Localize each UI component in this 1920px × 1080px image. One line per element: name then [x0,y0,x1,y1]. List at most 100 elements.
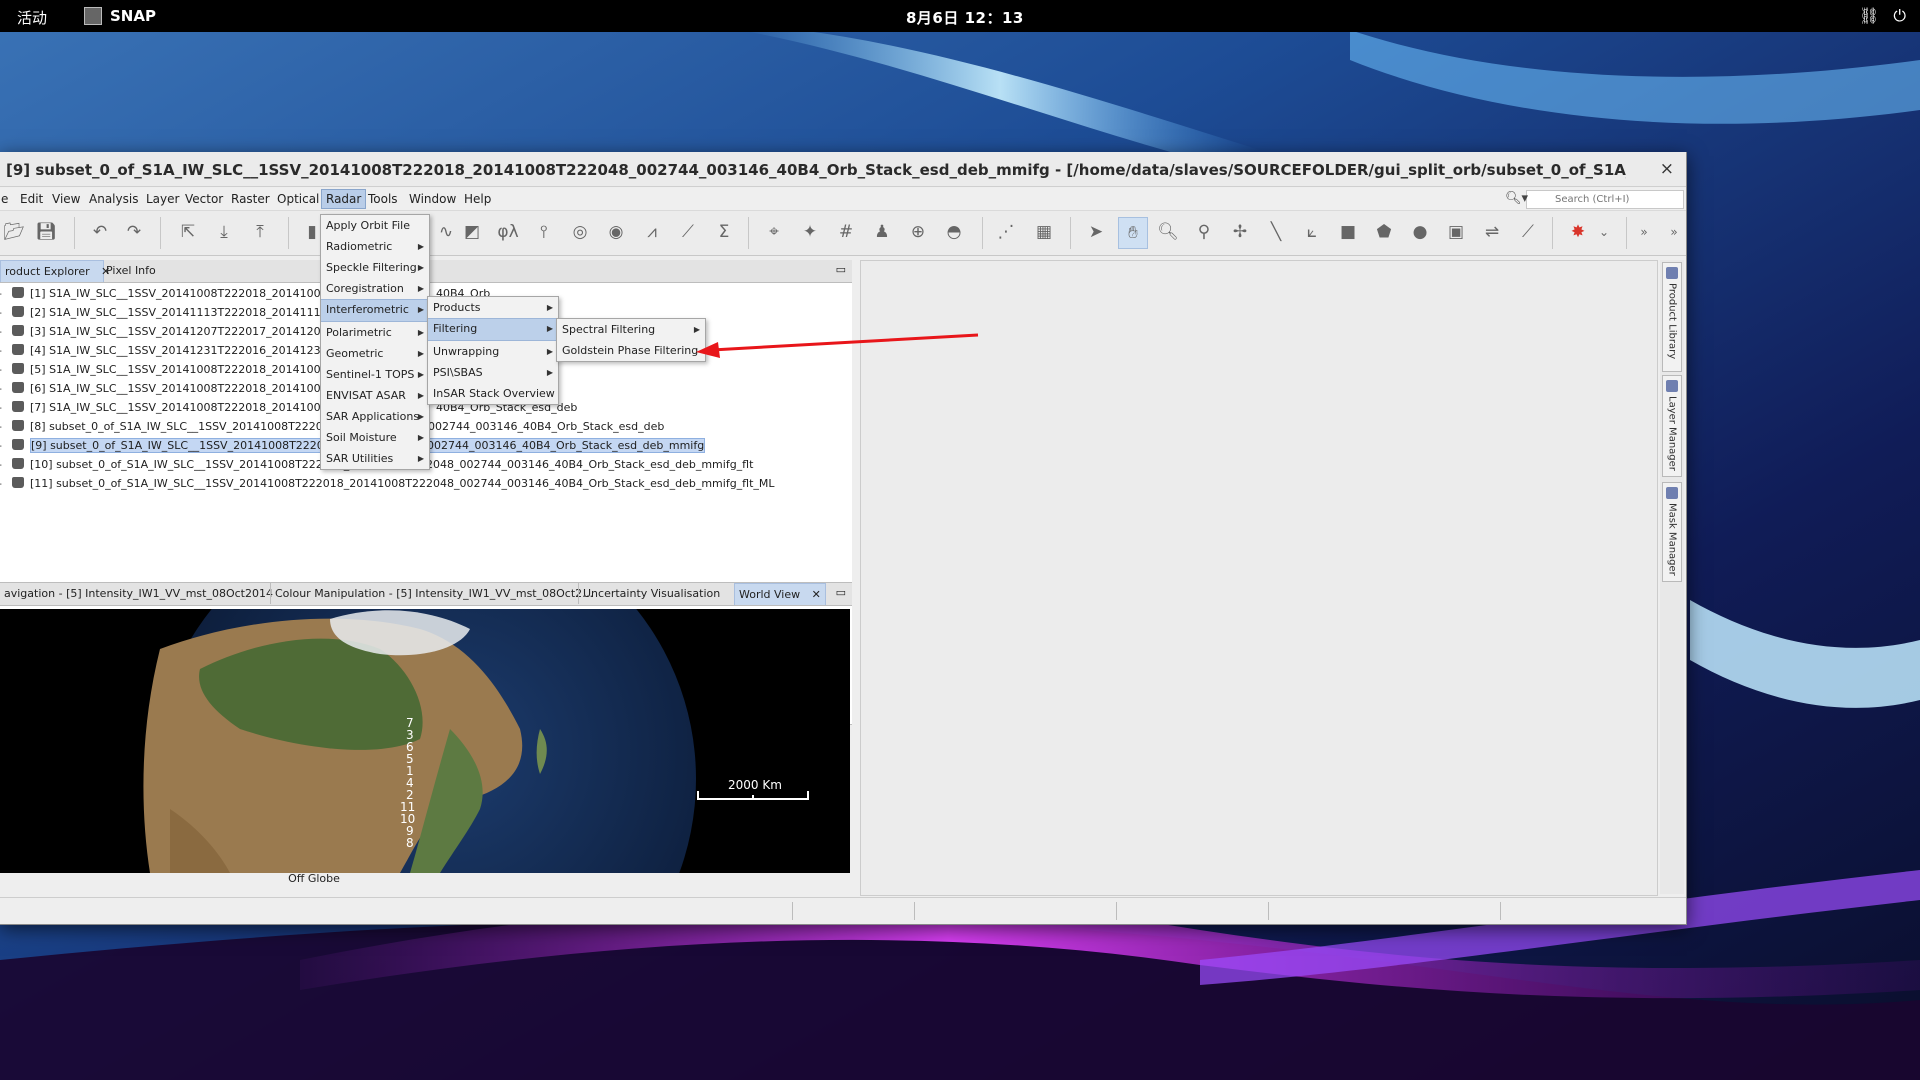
menu-coregistration[interactable]: Coregistration ▶ [321,278,429,299]
menu-sentinel-1-tops[interactable]: Sentinel-1 TOPS ▶ [321,364,429,385]
list-item[interactable]: -[3] S1A_IW_SLC__1SSV_20141207T222017_20… [0,323,348,340]
gcp-tool-icon[interactable]: ✢ [1226,217,1254,247]
pin-tool-icon[interactable]: ⚲ [1190,217,1218,247]
menu-geometric[interactable]: Geometric ▶ [321,343,429,364]
geocoding-info-icon[interactable]: φλ [494,217,522,247]
polyline-draw-icon[interactable]: ⟀ [1298,217,1326,247]
world-map-icon[interactable]: ◎ [566,217,594,247]
expand-icon[interactable]: - [0,456,2,473]
network-icon[interactable]: ⛓ [1859,6,1879,26]
expand-icon[interactable]: - [0,285,2,302]
close-icon[interactable]: ✕ [812,588,821,601]
graticule-icon[interactable]: # [832,217,860,247]
expand-icon[interactable]: - [0,342,2,359]
menu-speckle-filtering[interactable]: Speckle Filtering ▶ [321,257,429,278]
magic-wand-icon[interactable]: ▣ [1442,217,1470,247]
range-finder-icon[interactable]: ⇌ [1478,217,1506,247]
tab-colour-manipulation[interactable]: Colour Manipulation - [5] Intensity_IW1_… [270,583,597,604]
expand-icon[interactable]: - [0,304,2,321]
graph-builder-icon[interactable]: ⋰ [992,217,1020,247]
menu-spectral-filtering[interactable]: Spectral Filtering ▶ [557,319,705,340]
list-item[interactable]: -[6] S1A_IW_SLC__1SSV_20141008T222018_20… [0,380,348,397]
expand-icon[interactable]: - [0,437,2,454]
list-item[interactable]: -[8] subset_0_of_S1A_IW_SLC__1SSV_201410… [0,418,337,435]
minimize-icon[interactable]: ▭ [836,263,846,276]
polygon-draw-icon[interactable]: ⬟ [1370,217,1398,247]
list-item[interactable]: -[11] subset_0_of_S1A_IW_SLC__1SSV_20141… [0,475,775,492]
clock[interactable]: 8月6日 12：13 [906,7,1024,28]
tab-product-explorer[interactable]: roduct Explorer ✕ [0,260,110,282]
window-titlebar[interactable]: [9] subset_0_of_S1A_IW_SLC__1SSV_2014100… [0,152,1686,187]
pin-manager-icon[interactable]: ⌖ [760,217,788,247]
menu-insar-stack-overview[interactable]: InSAR Stack Overview [428,383,558,404]
select-tool-icon[interactable]: ➤ [1082,217,1110,247]
menu-interferometric[interactable]: Interferometric ▶ [321,299,429,322]
undo-icon[interactable]: ↶ [86,217,114,247]
time-series-icon[interactable]: ⩘ [638,217,666,247]
menu-unwrapping[interactable]: Unwrapping ▶ [428,341,558,362]
mask-manager-button[interactable]: Mask Manager [1662,482,1682,582]
menu-radiometric[interactable]: Radiometric ▶ [321,236,429,257]
expand-icon[interactable]: - [0,361,2,378]
profile-plot-icon[interactable]: ◩ [458,217,486,247]
menu-optical[interactable]: Optical [277,192,319,206]
menu-sar-applications[interactable]: SAR Applications ▶ [321,406,429,427]
menu-envisat-asar[interactable]: ENVISAT ASAR ▶ [321,385,429,406]
list-item[interactable]: -[4] S1A_IW_SLC__1SSV_20141231T222016_20… [0,342,348,359]
ellipse-draw-icon[interactable]: ● [1406,217,1434,247]
list-item[interactable]: -[5] S1A_IW_SLC__1SSV_20141008T222018_20… [0,361,348,378]
search-input[interactable] [1553,191,1677,208]
minimize-icon[interactable]: ▭ [836,586,846,599]
expand-icon[interactable]: - [0,418,2,435]
world-view-globe[interactable]: 7 3 6 5 1 4 2 11 10 9 8 2000 Km [0,609,850,873]
list-item[interactable]: -[1] S1A_IW_SLC__1SSV_20141008T222018_20… [0,285,348,302]
list-item[interactable]: -[2] S1A_IW_SLC__1SSV_20141113T222018_20… [0,304,348,321]
expand-icon[interactable]: - [0,399,2,416]
menu-layer[interactable]: Layer [146,192,179,206]
import-vector-icon[interactable]: ⤓ [210,217,238,247]
menu-edit[interactable]: Edit [20,192,43,206]
toolbar-overflow-icon[interactable]: » [1630,217,1658,247]
spectrum-icon[interactable]: ◉ [602,217,630,247]
open-product-icon[interactable]: 📂︎ [0,217,28,247]
close-icon[interactable]: × [1660,159,1674,179]
menu-window[interactable]: Window [409,192,456,206]
menu-apply-orbit-file[interactable]: Apply Orbit File [321,215,429,236]
product-library-button[interactable]: Product Library [1662,262,1682,372]
chevron-down-icon[interactable]: ⌄ [1590,217,1618,247]
expand-icon[interactable]: - [0,380,2,397]
app-menu-button[interactable]: SNAP [84,7,156,25]
tab-uncertainty[interactable]: Uncertainty Visualisation [578,583,724,604]
menu-products[interactable]: Products ▶ [428,297,558,318]
menu-goldstein-phase-filtering[interactable]: Goldstein Phase Filtering [557,340,705,361]
measure-icon[interactable]: ⟋ [1514,217,1542,247]
search-icon[interactable]: 🔍︎▾ [1505,191,1528,206]
tab-pixel-info[interactable]: Pixel Info [102,260,160,281]
pan-tool-icon[interactable]: ✋︎ [1118,217,1148,249]
menu-help[interactable]: Help [464,192,491,206]
rectangle-draw-icon[interactable]: ■ [1334,217,1362,247]
search-box[interactable]: 🔍︎▾ [1505,190,1684,209]
gcp-icon[interactable]: ⊕ [904,217,932,247]
histogram-icon[interactable]: ⫯ [530,217,558,247]
statistics-icon[interactable]: Σ [710,217,738,247]
list-item[interactable]: -[7] S1A_IW_SLC__1SSV_20141008T222018_20… [0,399,348,416]
batch-processing-icon[interactable]: ▦ [1030,217,1058,247]
export-icon[interactable]: ⤒ [246,217,274,247]
overlay-icon[interactable]: ◓ [940,217,968,247]
menu-polarimetric[interactable]: Polarimetric ▶ [321,322,429,343]
menu-sar-utilities[interactable]: SAR Utilities ▶ [321,448,429,469]
band-maths-icon[interactable]: ⇱ [174,217,202,247]
menu-filtering[interactable]: Filtering ▶ [428,318,558,341]
activities-button[interactable]: 活动 [17,7,47,28]
scatter-plot-icon[interactable]: ∿ [432,217,460,247]
power-icon[interactable]: ⏻ [1893,6,1906,26]
layer-manager-button[interactable]: Layer Manager [1662,375,1682,477]
menu-radar[interactable]: Radar [321,189,367,209]
menu-view[interactable]: View [52,192,80,206]
menu-psi-sbas[interactable]: PSI\SBAS ▶ [428,362,558,383]
snap-logo-icon[interactable]: ✸ [1564,217,1592,247]
pin-placing-icon[interactable]: ✦ [796,217,824,247]
menu-raster[interactable]: Raster [231,192,270,206]
menu-file[interactable]: e [1,192,8,206]
